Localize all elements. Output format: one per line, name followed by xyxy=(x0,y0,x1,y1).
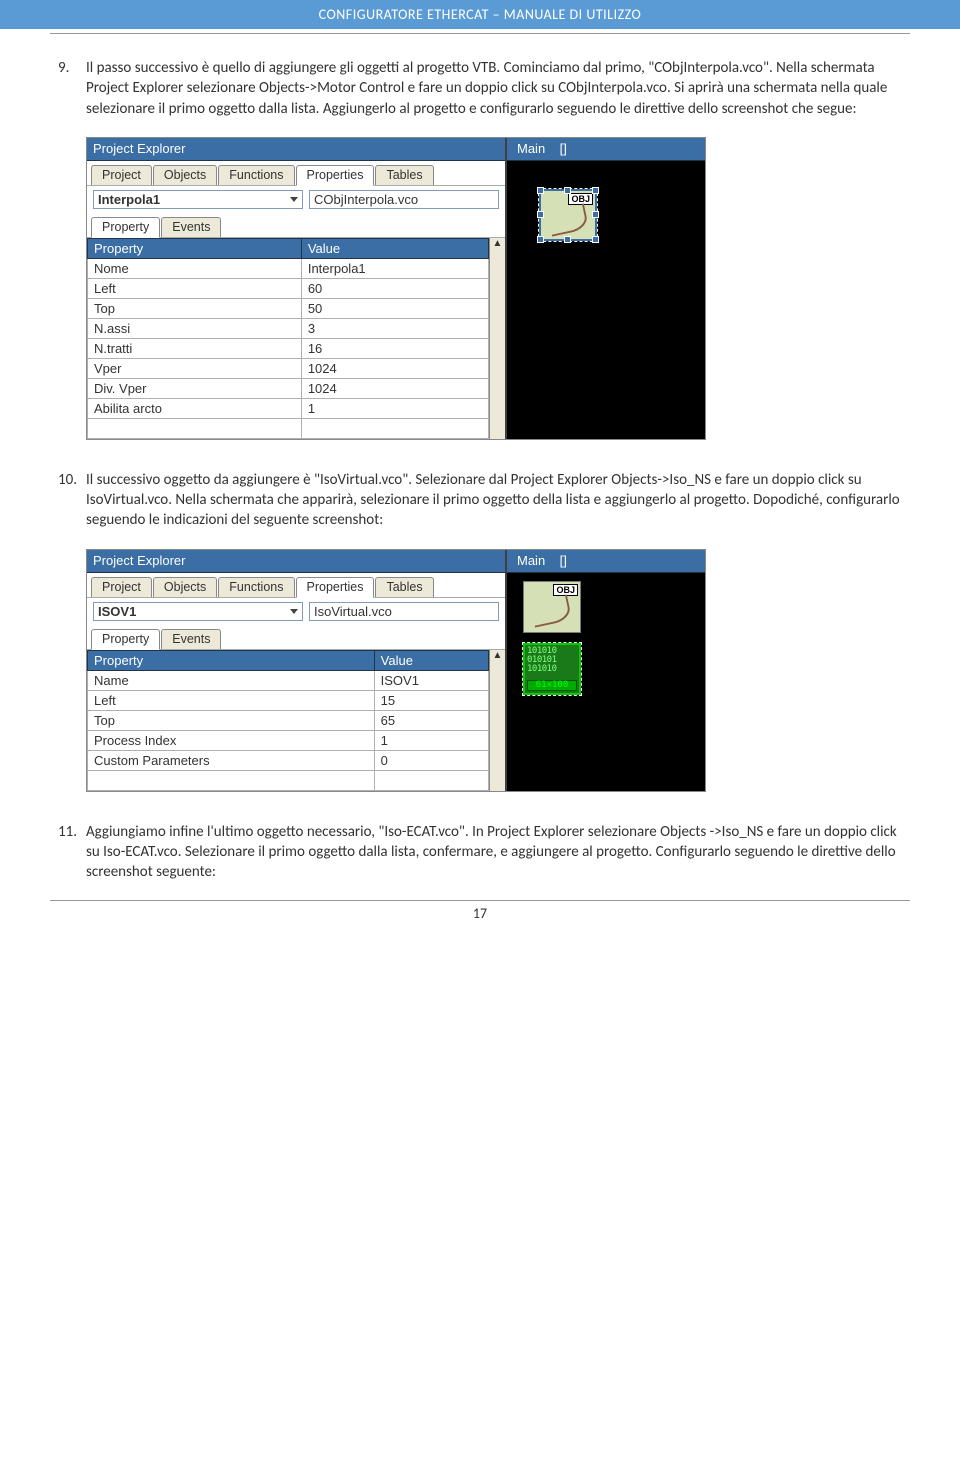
table-row[interactable]: Vper1024 xyxy=(88,358,489,378)
screenshot-interpola: Project Explorer Project Objects Functio… xyxy=(86,137,706,440)
property-table: Property Value NomeInterpola1 Left60 Top… xyxy=(87,238,489,439)
tab-objects[interactable]: Objects xyxy=(153,577,217,597)
resize-handle[interactable] xyxy=(564,236,571,243)
table-row xyxy=(88,418,489,438)
explorer-tabs: Project Objects Functions Properties Tab… xyxy=(87,573,505,597)
resize-handle[interactable] xyxy=(537,187,544,194)
green-label: 61×100 xyxy=(527,680,577,691)
canvas-panel: Main [] OBJ 101010 010101 101010 61×100 xyxy=(507,550,705,791)
subtab-events[interactable]: Events xyxy=(161,629,221,649)
object-name-combo[interactable]: Interpola1 xyxy=(93,190,303,209)
table-row[interactable]: Top65 xyxy=(88,710,489,730)
table-header-row: Property Value xyxy=(88,650,489,670)
obj-swoosh-icon xyxy=(530,594,573,627)
object-class-value: CObjInterpola.vco xyxy=(314,192,418,207)
col-value: Value xyxy=(374,650,488,670)
canvas-object-interpola[interactable]: OBJ xyxy=(523,581,581,633)
subtab-events[interactable]: Events xyxy=(161,217,221,237)
subtab-property[interactable]: Property xyxy=(91,629,160,650)
table-row xyxy=(88,770,489,790)
table-row[interactable]: NomeInterpola1 xyxy=(88,258,489,278)
resize-handle[interactable] xyxy=(592,211,599,218)
property-subtabs: Property Events xyxy=(87,213,505,237)
header-rule xyxy=(50,33,910,34)
step-10-number: 10. xyxy=(58,470,86,531)
object-class-field[interactable]: CObjInterpola.vco xyxy=(309,190,499,209)
col-value: Value xyxy=(301,238,488,258)
tab-tables[interactable]: Tables xyxy=(375,165,433,185)
canvas-title: Main [] xyxy=(507,550,705,573)
project-explorer-title: Project Explorer xyxy=(87,550,505,573)
step-9-text: Il passo successivo è quello di aggiunge… xyxy=(86,58,902,119)
object-name-value: Interpola1 xyxy=(98,192,160,207)
object-selector-row: Interpola1 CObjInterpola.vco xyxy=(87,185,505,213)
table-row[interactable]: Custom Parameters0 xyxy=(88,750,489,770)
table-row[interactable]: Top50 xyxy=(88,298,489,318)
caret-icon xyxy=(290,609,298,614)
table-header-row: Property Value xyxy=(88,238,489,258)
object-class-value: IsoVirtual.vco xyxy=(314,604,392,619)
table-row[interactable]: Process Index1 xyxy=(88,730,489,750)
canvas-object-isovirtual[interactable]: 101010 010101 101010 61×100 xyxy=(523,643,581,695)
tab-functions[interactable]: Functions xyxy=(218,165,294,185)
col-property: Property xyxy=(88,238,302,258)
bits-line: 101010 xyxy=(527,665,577,674)
canvas-area[interactable]: OBJ 101010 010101 101010 61×100 xyxy=(507,573,705,703)
table-row[interactable]: N.assi3 xyxy=(88,318,489,338)
step-10-text: Il successivo oggetto da aggiungere è "I… xyxy=(86,470,902,531)
explorer-tabs: Project Objects Functions Properties Tab… xyxy=(87,161,505,185)
resize-handle[interactable] xyxy=(592,236,599,243)
obj-swoosh-icon xyxy=(547,203,590,236)
canvas-title: Main [] xyxy=(507,138,705,161)
property-table: Property Value NameISOV1 Left15 Top65 Pr… xyxy=(87,650,489,791)
tab-tables[interactable]: Tables xyxy=(375,577,433,597)
project-explorer-panel: Project Explorer Project Objects Functio… xyxy=(87,138,507,439)
table-row[interactable]: N.tratti16 xyxy=(88,338,489,358)
resize-handle[interactable] xyxy=(564,187,571,194)
project-explorer-panel: Project Explorer Project Objects Functio… xyxy=(87,550,507,791)
project-explorer-title: Project Explorer xyxy=(87,138,505,161)
object-name-combo[interactable]: ISOV1 xyxy=(93,602,303,621)
step-10: 10. Il successivo oggetto da aggiungere … xyxy=(58,470,902,531)
step-11: 11. Aggiungiamo infine l'ultimo oggetto … xyxy=(58,822,902,883)
step-9: 9. Il passo successivo è quello di aggiu… xyxy=(58,58,902,119)
tab-properties[interactable]: Properties xyxy=(296,165,375,186)
scrollbar-up-icon[interactable]: ▲ xyxy=(489,238,505,439)
resize-handle[interactable] xyxy=(537,236,544,243)
object-selector-row: ISOV1 IsoVirtual.vco xyxy=(87,597,505,625)
canvas-panel: Main [] OBJ xyxy=(507,138,705,439)
property-subtabs: Property Events xyxy=(87,625,505,649)
screenshot-isovirtual: Project Explorer Project Objects Functio… xyxy=(86,549,706,792)
table-row[interactable]: Left60 xyxy=(88,278,489,298)
table-row[interactable]: NameISOV1 xyxy=(88,670,489,690)
step-11-number: 11. xyxy=(58,822,86,883)
caret-icon xyxy=(290,197,298,202)
subtab-property[interactable]: Property xyxy=(91,217,160,238)
canvas-area[interactable]: OBJ xyxy=(507,161,705,257)
tab-project[interactable]: Project xyxy=(91,165,152,185)
table-row[interactable]: Left15 xyxy=(88,690,489,710)
table-row[interactable]: Abilita arcto1 xyxy=(88,398,489,418)
resize-handle[interactable] xyxy=(592,187,599,194)
tab-properties[interactable]: Properties xyxy=(296,577,375,598)
page-number: 17 xyxy=(50,900,910,922)
canvas-object-interpola[interactable]: OBJ xyxy=(539,189,597,241)
scrollbar-up-icon[interactable]: ▲ xyxy=(489,650,505,791)
col-property: Property xyxy=(88,650,375,670)
tab-functions[interactable]: Functions xyxy=(218,577,294,597)
object-name-value: ISOV1 xyxy=(98,604,136,619)
tab-project[interactable]: Project xyxy=(91,577,152,597)
object-class-field[interactable]: IsoVirtual.vco xyxy=(309,602,499,621)
step-9-number: 9. xyxy=(58,58,86,119)
step-11-text: Aggiungiamo infine l'ultimo oggetto nece… xyxy=(86,822,902,883)
page-header: CONFIGURATORE ETHERCAT – MANUALE DI UTIL… xyxy=(0,0,960,29)
resize-handle[interactable] xyxy=(537,211,544,218)
table-row[interactable]: Div. Vper1024 xyxy=(88,378,489,398)
tab-objects[interactable]: Objects xyxy=(153,165,217,185)
